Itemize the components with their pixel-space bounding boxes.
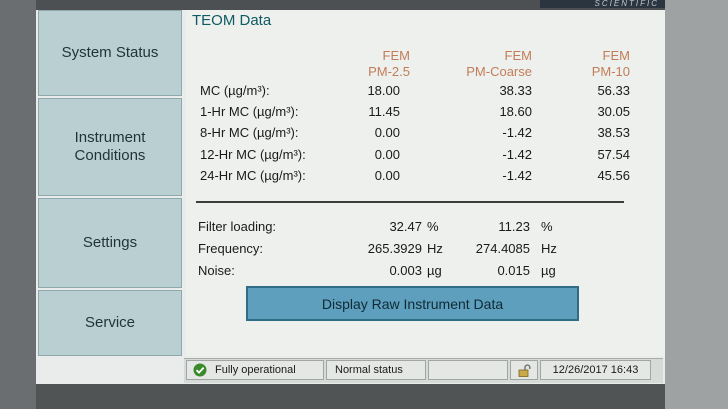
column-header-line1: FEM — [602, 48, 630, 63]
monitor-bezel-bottom — [36, 384, 665, 409]
sidebar-item-system-status[interactable]: System Status — [38, 10, 182, 96]
stat-unit: % — [427, 219, 439, 234]
row-label: MC (µg/m³): — [200, 83, 270, 98]
sidebar-item-instrument-conditions[interactable]: Instrument Conditions — [38, 98, 182, 196]
column-header-pm25: FEM PM-2.5 — [356, 48, 410, 80]
lock-status[interactable] — [510, 360, 538, 380]
table-cell: 56.33 — [597, 83, 630, 98]
divider — [196, 201, 624, 203]
page-title: TEOM Data — [192, 12, 272, 29]
column-header-line2: PM-2.5 — [368, 64, 410, 79]
sidebar-item-service[interactable]: Service — [38, 290, 182, 356]
stat-value: 32.47 — [389, 219, 422, 234]
row-label: 1-Hr MC (µg/m³): — [200, 104, 299, 119]
stat-unit: Hz — [427, 241, 443, 256]
stat-value: 0.015 — [497, 263, 530, 278]
operational-status-text: Fully operational — [215, 364, 296, 376]
stat-label: Filter loading: — [198, 219, 277, 234]
stat-value: 274.4085 — [475, 241, 530, 256]
datetime-display: 12/26/2017 16:43 — [540, 360, 651, 380]
table-cell: 0.00 — [374, 168, 400, 183]
table-cell: 18.00 — [367, 83, 400, 98]
row-label: 8-Hr MC (µg/m³): — [200, 125, 299, 140]
check-circle-icon — [193, 363, 207, 377]
table-cell: 11.45 — [368, 104, 400, 119]
stat-unit: Hz — [541, 241, 557, 256]
stat-unit: % — [541, 219, 553, 234]
stat-label: Frequency: — [198, 241, 264, 256]
status-bar: Fully operational Normal status 12/26/20… — [184, 358, 663, 383]
column-header-line1: FEM — [504, 48, 532, 63]
column-header-line2: PM-Coarse — [466, 64, 532, 79]
table-cell: 57.54 — [597, 147, 630, 162]
row-label: 24-Hr MC (µg/m³): — [200, 168, 306, 183]
operational-status[interactable]: Fully operational — [186, 360, 324, 380]
table-cell: 38.33 — [499, 83, 532, 98]
stat-value: 265.3929 — [367, 241, 422, 256]
monitor-bezel-left — [0, 0, 36, 409]
sidebar-item-label: Service — [84, 314, 136, 331]
sidebar-item-label: Instrument Conditions — [74, 129, 146, 164]
column-header-line2: PM-10 — [591, 64, 630, 79]
stat-label: Noise: — [198, 263, 235, 278]
monitor-bezel-right — [665, 0, 728, 409]
sidebar-item-settings[interactable]: Settings — [38, 198, 182, 288]
table-cell: 45.56 — [597, 168, 630, 183]
system-status-text[interactable]: Normal status — [326, 360, 426, 380]
status-empty-field — [428, 360, 508, 380]
unlock-icon — [518, 363, 530, 377]
table-cell: 38.53 — [597, 125, 630, 140]
stat-unit: µg — [427, 263, 442, 278]
row-label: 12-Hr MC (µg/m³): — [200, 147, 306, 162]
main-panel: TEOM Data FEM PM-2.5 FEM PM-Coarse FEM P… — [186, 10, 665, 356]
stat-value: 11.23 — [498, 219, 530, 234]
column-header-line1: FEM — [382, 48, 410, 63]
table-cell: -1.42 — [502, 168, 532, 183]
stat-value: 0.003 — [389, 263, 422, 278]
display-raw-data-button[interactable]: Display Raw Instrument Data — [246, 286, 579, 321]
column-header-pm10: FEM PM-10 — [574, 48, 630, 80]
sidebar-item-label: System Status — [61, 44, 159, 61]
table-cell: 18.60 — [499, 104, 532, 119]
screen: System Status Instrument Conditions Sett… — [36, 10, 665, 384]
column-header-pm-coarse: FEM PM-Coarse — [452, 48, 532, 80]
table-cell: 30.05 — [597, 104, 630, 119]
sidebar-item-label: Settings — [82, 234, 138, 251]
table-cell: 0.00 — [374, 125, 400, 140]
sidebar: System Status Instrument Conditions Sett… — [36, 10, 184, 356]
stat-unit: µg — [541, 263, 556, 278]
table-cell: 0.00 — [374, 147, 400, 162]
table-cell: -1.42 — [502, 125, 532, 140]
table-cell: -1.42 — [502, 147, 532, 162]
brand-label: SCIENTIFIC — [540, 0, 665, 8]
